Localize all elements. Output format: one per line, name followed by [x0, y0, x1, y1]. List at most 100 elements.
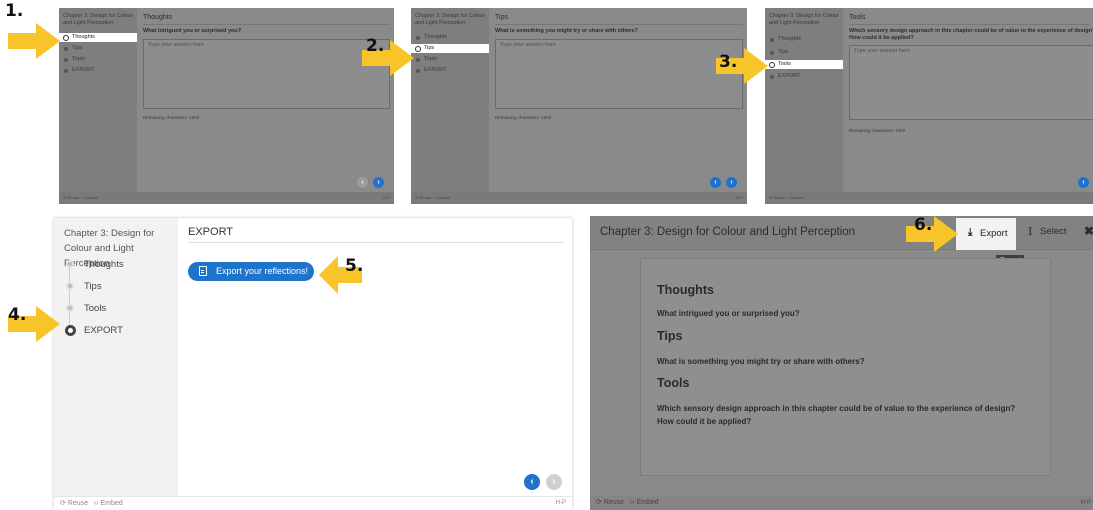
- sidebar-item-tools[interactable]: Tools: [411, 55, 489, 64]
- content-area: Tips What is something you might try or …: [489, 8, 747, 192]
- step-number-6: 6.: [914, 215, 933, 235]
- question-text: What is something you might try or share…: [495, 28, 638, 34]
- reuse-link[interactable]: Reuse: [604, 499, 624, 506]
- footer: ⟳ Reuse ‹› Embed H-P: [59, 192, 394, 204]
- next-button[interactable]: ›: [726, 177, 737, 188]
- close-icon[interactable]: ✖: [1084, 224, 1093, 238]
- step-number-5: 5.: [345, 256, 364, 276]
- embed-link[interactable]: Embed: [791, 195, 804, 200]
- sidebar-item-tips[interactable]: Tips: [66, 280, 102, 294]
- remaining-characters: Remaining characters: 1000: [495, 115, 552, 120]
- sidebar: Chapter 3: Design for Colour and Light P…: [59, 8, 137, 192]
- document-icon: [199, 266, 207, 276]
- sidebar-item-tips[interactable]: Tips: [411, 44, 489, 53]
- footer: ⟳ Reuse ‹› Embed H-P: [54, 496, 572, 510]
- radio-icon: [66, 304, 74, 312]
- radio-icon: [416, 57, 420, 62]
- step-number-1: 1.: [5, 1, 24, 21]
- export-reflections-button[interactable]: Export your reflections!: [188, 262, 314, 281]
- previous-button[interactable]: ‹: [357, 177, 368, 188]
- next-button[interactable]: ›: [546, 474, 562, 490]
- dialog-title: Chapter 3: Design for Colour and Light P…: [600, 226, 856, 238]
- radio-icon: [770, 37, 774, 42]
- previous-button[interactable]: ‹: [710, 177, 721, 188]
- answer-textarea[interactable]: Type your answer here: [495, 39, 743, 109]
- embed-link[interactable]: Embed: [101, 500, 123, 507]
- divider: [143, 24, 390, 25]
- sidebar-item-export[interactable]: EXPORT: [765, 72, 843, 81]
- chapter-title: Chapter 3: Design for Colour and Light P…: [415, 13, 486, 26]
- answer-textarea[interactable]: Type your answer here: [143, 39, 390, 109]
- next-button[interactable]: ›: [373, 177, 384, 188]
- section-heading: Tips: [657, 329, 683, 343]
- radio-icon: [65, 325, 76, 336]
- sidebar-item-export[interactable]: EXPORT: [59, 66, 137, 75]
- section-heading: Thoughts: [657, 283, 714, 297]
- content-area: Tools Which sensory design approach in t…: [843, 8, 1093, 192]
- panel-tips: Chapter 3: Design for Colour and Light P…: [411, 8, 747, 204]
- sidebar: Chapter 3: Design for Colour and Light P…: [411, 8, 489, 192]
- select-button[interactable]: I Select: [1028, 225, 1066, 238]
- radio-icon: [64, 57, 68, 62]
- divider: [495, 24, 743, 25]
- radio-icon: [64, 46, 68, 51]
- export-dialog: Chapter 3: Design for Colour and Light P…: [590, 216, 1093, 510]
- embed-link[interactable]: Embed: [437, 195, 450, 200]
- radio-icon: [770, 74, 774, 79]
- sidebar-item-tools[interactable]: Tools: [765, 60, 843, 69]
- previous-button[interactable]: ‹: [1078, 177, 1089, 188]
- hp-logo: H-P: [383, 195, 390, 200]
- sidebar: Chapter 3: Design for Colour and Light P…: [765, 8, 843, 192]
- export-button[interactable]: ⤓ Export: [956, 218, 1016, 250]
- sidebar-item-tips[interactable]: Tips: [59, 44, 137, 53]
- sidebar-item-tools[interactable]: Tools: [66, 302, 106, 316]
- radio-icon: [66, 260, 74, 268]
- hp-logo: H-P: [1080, 500, 1091, 506]
- radio-icon: [416, 68, 420, 73]
- chapter-title: Chapter 3: Design for Colour and Light P…: [63, 13, 134, 26]
- question-text: What intrigued you or surprised you?: [143, 28, 242, 34]
- download-icon: ⤓: [968, 227, 973, 238]
- panel-tools: Chapter 3: Design for Colour and Light P…: [765, 8, 1093, 204]
- answer-textarea[interactable]: Type your answer here: [849, 45, 1093, 120]
- step-number-3: 3.: [719, 52, 738, 72]
- radio-icon: [770, 50, 774, 55]
- sidebar-item-export[interactable]: EXPORT: [411, 66, 489, 75]
- embed-link[interactable]: Embed: [637, 499, 659, 506]
- divider: [849, 24, 1089, 25]
- sidebar-item-tools[interactable]: Tools: [59, 55, 137, 64]
- chapter-title: Chapter 3: Design for Colour and Light P…: [769, 13, 840, 26]
- sidebar-item-thoughts[interactable]: Thoughts: [765, 35, 843, 44]
- content-area: EXPORT Export your reflections! ‹ ›: [178, 218, 572, 496]
- footer: ⟳ Reuse ‹› Embed: [765, 192, 1093, 204]
- step-number-4: 4.: [8, 305, 27, 325]
- section-question: Which sensory design approach in this ch…: [657, 404, 1016, 426]
- hp-logo: H-P: [555, 500, 566, 506]
- remaining-characters: Remaining characters: 1000: [143, 115, 200, 120]
- page-title: EXPORT: [188, 226, 234, 238]
- section-heading: Tools: [657, 376, 690, 390]
- sidebar-item-thoughts[interactable]: Thoughts: [59, 33, 137, 42]
- reuse-link[interactable]: Reuse: [773, 195, 785, 200]
- sidebar-item-thoughts[interactable]: Thoughts: [411, 33, 489, 42]
- section-question: What intrigued you or surprised you?: [657, 309, 800, 318]
- reuse-link[interactable]: Reuse: [68, 500, 88, 507]
- export-preview: Thoughts What intrigued you or surprised…: [640, 258, 1051, 476]
- section-question: What is something you might try or share…: [657, 357, 865, 366]
- previous-button[interactable]: ‹: [524, 474, 540, 490]
- sidebar-item-tips[interactable]: Tips: [765, 48, 843, 57]
- page-title: Tips: [495, 14, 508, 21]
- embed-link[interactable]: Embed: [85, 195, 98, 200]
- step-number-2: 2.: [366, 36, 385, 56]
- text-cursor-icon: I: [1028, 225, 1033, 238]
- reuse-link[interactable]: Reuse: [419, 195, 431, 200]
- sidebar-item-thoughts[interactable]: Thoughts: [66, 258, 124, 272]
- panel-export: Chapter 3: Design for Colour and Light P…: [54, 218, 572, 510]
- page-title: Thoughts: [143, 14, 173, 21]
- sidebar-item-export[interactable]: EXPORT: [65, 324, 123, 338]
- arrow-annotation-1: [8, 23, 60, 59]
- question-text: Which sensory design approach in this ch…: [849, 28, 1093, 41]
- footer: ⟳ Reuse ‹› Embed H-P: [590, 496, 1093, 510]
- reuse-link[interactable]: Reuse: [67, 195, 79, 200]
- sidebar: Chapter 3: Design for Colour and Light P…: [54, 218, 178, 496]
